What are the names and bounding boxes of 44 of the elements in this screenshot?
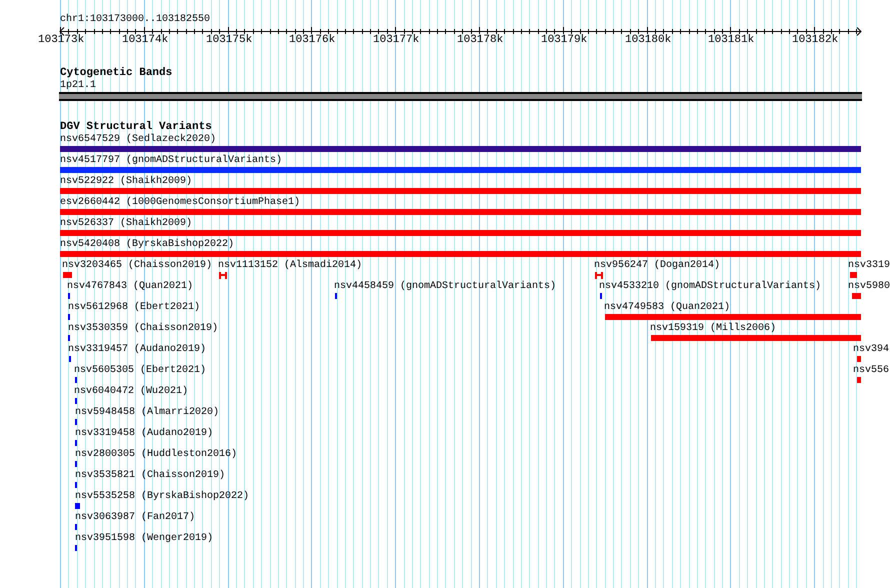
band-label: 1p21.1 (60, 80, 96, 92)
axis-label: 103175k (206, 34, 252, 46)
feature-label: nsv4533210 (gnomADStructuralVariants) (599, 281, 822, 293)
axis-label: 103181k (708, 34, 754, 46)
axis-label: 103178k (457, 34, 504, 46)
feature-label: nsv556 (853, 365, 890, 377)
feature-label: nsv3203465 (Chaisson2019) (62, 260, 212, 272)
feature-label: nsv5948458 (Almarri2020) (75, 407, 220, 419)
feature-label: nsv4517797 (gnomADStructuralVariants) (60, 155, 282, 167)
track-title: Cytogenetic Bands (60, 67, 172, 79)
axis-label: 103176k (289, 34, 336, 46)
feature-label: nsv6040472 (Wu2021) (74, 386, 188, 398)
feature-label: nsv3951598 (Wenger2019) (75, 533, 214, 545)
feature-label: nsv5535258 (ByrskaBishop2022) (75, 491, 250, 503)
axis-label: 103173k (38, 34, 84, 46)
feature-label: nsv3319 (848, 260, 890, 272)
feature-label: nsv522922 (Shaikh2009) (60, 176, 192, 188)
feature-label: nsv2800305 (Huddleston2016) (75, 449, 238, 461)
feature-label: nsv5612968 (Ebert2021) (68, 302, 200, 314)
feature-label: nsv3063987 (Fan2017) (75, 512, 196, 524)
feature-label: nsv159319 (Mills2006) (650, 323, 776, 335)
feature-label: nsv1113152 (Alsmadi2014) (218, 260, 362, 272)
feature-label: nsv4749583 (Quan2021) (604, 302, 730, 314)
track-title: DGV Structural Variants (60, 121, 212, 133)
feature-label: nsv394 (853, 344, 890, 356)
axis-label: 103182k (792, 34, 838, 46)
feature-label: esv2660442 (1000GenomesConsortiumPhase1) (60, 197, 300, 209)
axis-label: 103177k (373, 34, 420, 46)
locus-text: chr1:103173000..103182550 (60, 14, 210, 26)
feature-label: nsv3319457 (Audano2019) (68, 344, 206, 356)
feature-label: nsv3535821 (Chaisson2019) (75, 470, 226, 482)
axis-label: 103179k (541, 34, 588, 46)
feature-label: nsv3319458 (Audano2019) (75, 428, 214, 440)
feature-label: nsv3530359 (Chaisson2019) (68, 323, 218, 335)
axis-label: 103180k (625, 34, 672, 46)
feature-label: nsv6547529 (Sedlazeck2020) (60, 134, 216, 146)
feature-label: nsv5420408 (ByrskaBishop2022) (60, 239, 234, 251)
axis-label: 103174k (122, 34, 168, 46)
feature-label: nsv5980 (848, 281, 890, 293)
feature-label: nsv956247 (Dogan2014) (594, 260, 720, 272)
feature-label: nsv4767843 (Quan2021) (67, 281, 194, 293)
feature-label: nsv526337 (Shaikh2009) (60, 218, 192, 230)
feature-label: nsv4458459 (gnomADStructuralVariants) (334, 281, 556, 293)
feature-label: nsv5605305 (Ebert2021) (74, 365, 206, 377)
